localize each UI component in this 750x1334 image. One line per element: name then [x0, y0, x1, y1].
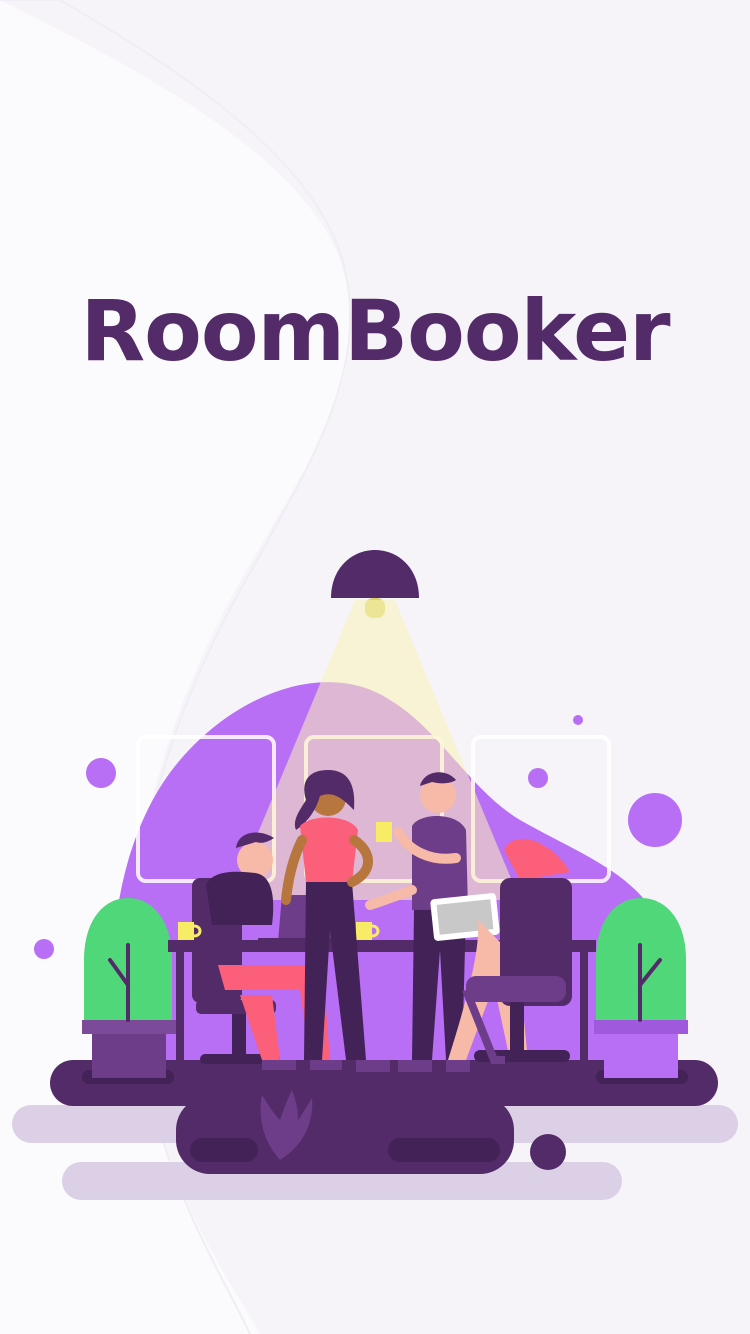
- lamp-shade: [331, 550, 419, 598]
- coffee-mug: [376, 822, 392, 842]
- deco-circle: [528, 768, 548, 788]
- meeting-room-illustration: [12, 550, 738, 1200]
- floor-base: [176, 1096, 514, 1174]
- deco-circle: [573, 715, 583, 725]
- floor-dot: [530, 1134, 566, 1170]
- coffee-mug: [178, 922, 194, 940]
- deco-circle: [34, 939, 54, 959]
- person-shirt: [300, 817, 358, 882]
- deco-circle: [86, 758, 116, 788]
- person-shirt: [206, 871, 274, 925]
- app-title: RoomBooker: [80, 282, 670, 380]
- deco-circle: [628, 793, 682, 847]
- coffee-mug: [356, 922, 372, 940]
